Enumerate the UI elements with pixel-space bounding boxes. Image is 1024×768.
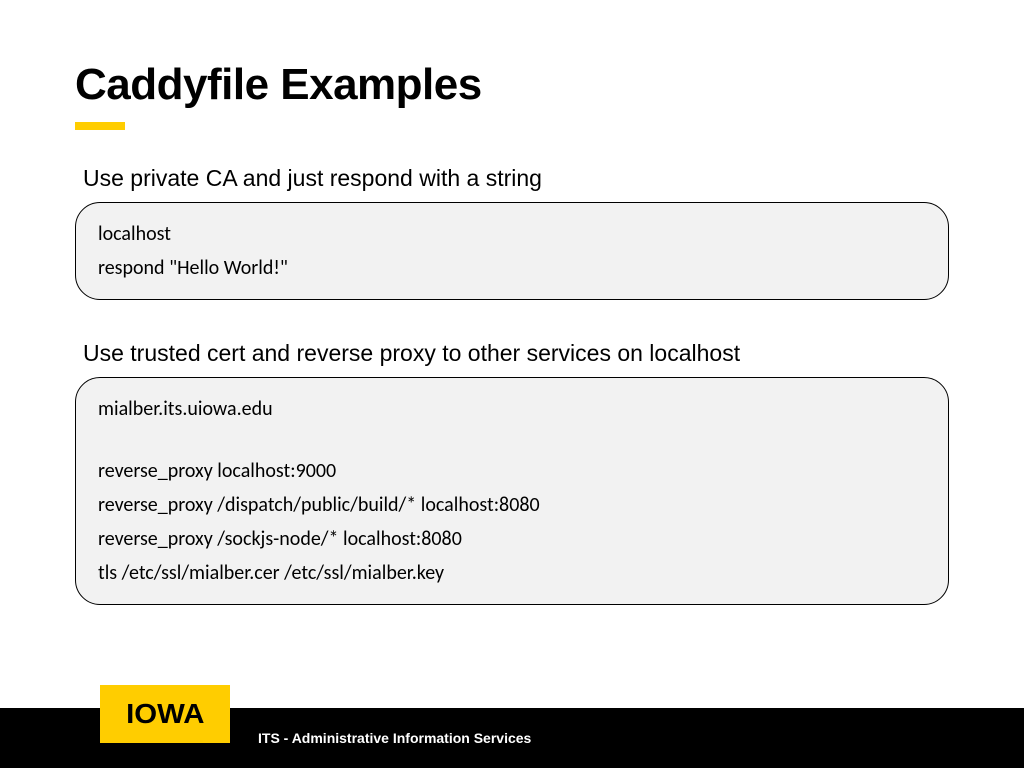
- code-box-1: localhost respond "Hello World!": [75, 202, 949, 300]
- section-heading-2: Use trusted cert and reverse proxy to ot…: [83, 340, 949, 367]
- code-line: reverse_proxy localhost:9000: [98, 454, 926, 488]
- iowa-logo: IOWA: [100, 685, 230, 743]
- code-box-2: mialber.its.uiowa.edu reverse_proxy loca…: [75, 377, 949, 605]
- iowa-logo-text: IOWA: [126, 698, 204, 730]
- code-line: respond "Hello World!": [98, 251, 926, 285]
- code-line: reverse_proxy /dispatch/public/build/* l…: [98, 488, 926, 522]
- code-blank-line: [98, 426, 926, 454]
- accent-bar: [75, 122, 125, 130]
- code-line: localhost: [98, 217, 926, 251]
- section-heading-1: Use private CA and just respond with a s…: [83, 165, 949, 192]
- slide-title: Caddyfile Examples: [75, 60, 949, 110]
- code-line: tls /etc/ssl/mialber.cer /etc/ssl/mialbe…: [98, 556, 926, 590]
- footer-dept-text: ITS - Administrative Information Service…: [258, 730, 531, 746]
- code-line: reverse_proxy /sockjs-node/* localhost:8…: [98, 522, 926, 556]
- code-line: mialber.its.uiowa.edu: [98, 392, 926, 426]
